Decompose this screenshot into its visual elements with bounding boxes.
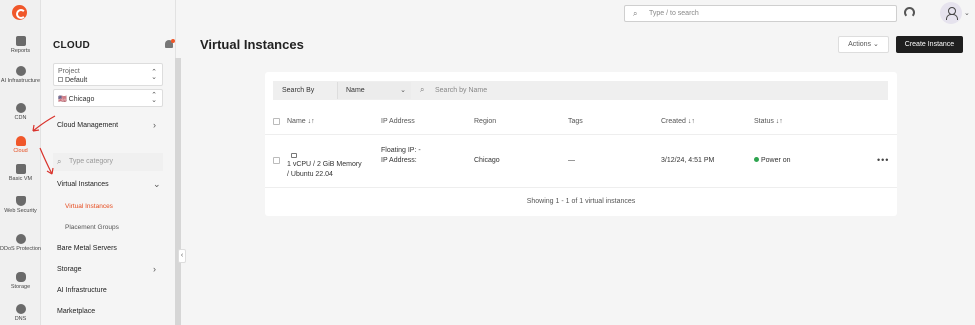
nav-storage[interactable]: Storage xyxy=(57,266,82,273)
project-select[interactable]: Project Default ⌃ ⌄ xyxy=(53,63,163,86)
search-by-label: Search By xyxy=(282,87,315,94)
status-dot-icon xyxy=(754,157,759,162)
server-icon xyxy=(291,153,297,158)
column-header-ip-address: IP Address xyxy=(381,118,415,125)
actions-button[interactable]: Actions ⌄ xyxy=(838,36,889,53)
search-by-select[interactable]: Name ⌄ xyxy=(337,82,411,99)
search-icon: ⌕ xyxy=(633,9,638,18)
chevron-right-icon: › xyxy=(153,120,156,130)
chevron-down-icon: ⌄ xyxy=(153,179,161,189)
instance-ip: Floating IP: - IP Address: xyxy=(381,147,421,164)
user-avatar[interactable] xyxy=(940,2,962,24)
rail-item-cdn[interactable]: CDN xyxy=(0,103,41,121)
cube-icon xyxy=(15,164,26,174)
search-icon: ⌕ xyxy=(420,85,425,94)
dns-icon xyxy=(15,304,26,314)
instances-card: Search By Name ⌄ ⌕ Search by Name Name ↓… xyxy=(265,72,897,216)
pagination-summary: Showing 1 - 1 of 1 virtual instances xyxy=(526,198,636,205)
header-divider xyxy=(265,134,897,135)
sidenav-title: CLOUD xyxy=(53,40,91,51)
chevron-down-icon[interactable]: ⌄ xyxy=(964,9,970,17)
speedometer-icon xyxy=(15,103,26,113)
column-header-created[interactable]: Created ↓↑ xyxy=(661,118,695,125)
rail-item-basic-vm[interactable]: Basic VM xyxy=(0,164,41,182)
chevron-left-icon: ‹ xyxy=(180,252,184,259)
column-header-tags: Tags xyxy=(568,118,583,125)
filter-bar: Search By Name ⌄ ⌕ Search by Name xyxy=(273,81,888,100)
nav-placement-groups[interactable]: Placement Groups xyxy=(65,224,119,231)
page-title: Virtual Instances xyxy=(200,37,304,52)
rail-item-ddos-protection[interactable]: DDoS Protection xyxy=(0,234,41,252)
ai-chip-icon xyxy=(15,66,26,76)
row-divider xyxy=(265,187,897,188)
rail-item-reports[interactable]: Reports xyxy=(0,36,41,54)
nav-marketplace[interactable]: Marketplace xyxy=(57,308,95,315)
create-instance-button[interactable]: Create Instance xyxy=(896,36,963,53)
chevron-right-icon: › xyxy=(153,264,156,274)
status-badge: Power on xyxy=(754,156,791,166)
instance-name[interactable]: 1 vCPU / 2 GiB Memory / Ubuntu 22.04 xyxy=(287,160,362,180)
select-all-checkbox[interactable] xyxy=(273,118,280,125)
icon-rail: Reports AI Infrastructure CDN Cloud Basi… xyxy=(0,0,41,325)
instance-tags: — xyxy=(568,157,575,164)
rail-item-storage[interactable]: Storage xyxy=(0,272,41,290)
headset-support-icon[interactable] xyxy=(904,7,915,18)
brand-logo-icon[interactable] xyxy=(12,5,27,20)
up-down-chevron-icon: ⌃ ⌄ xyxy=(151,68,157,81)
column-header-region: Region xyxy=(474,118,497,125)
sidenav-scrollbar[interactable] xyxy=(175,58,181,325)
column-header-name[interactable]: Name ↓↑ xyxy=(287,118,315,125)
cloud-icon xyxy=(15,136,26,146)
search-icon: ⌕ xyxy=(57,157,62,166)
nav-virtual-instances[interactable]: Virtual Instances xyxy=(57,181,109,188)
project-label: Project xyxy=(58,68,80,75)
category-search-input[interactable]: ⌕ Type category xyxy=(53,153,163,171)
rail-item-web-security[interactable]: Web Security xyxy=(0,196,41,214)
instance-search-input[interactable]: ⌕ Search by Name xyxy=(416,82,888,99)
notification-bell-icon[interactable] xyxy=(165,39,175,48)
instance-region: Chicago xyxy=(474,157,500,164)
rail-item-cloud[interactable]: Cloud xyxy=(0,136,41,154)
region-select[interactable]: 🇺🇸 Chicago ⌃ ⌄ xyxy=(53,89,163,107)
collapse-sidenav-button[interactable]: ‹ xyxy=(178,249,186,263)
global-search-input[interactable]: ⌕ Type / to search xyxy=(624,5,897,22)
cloud-sidenav: CLOUD Project Default ⌃ ⌄ 🇺🇸 Chicago ⌃ ⌄ C… xyxy=(41,0,176,325)
rail-item-ai-infrastructure[interactable]: AI Infrastructure xyxy=(0,66,41,84)
nav-ai-infrastructure[interactable]: AI Infrastructure xyxy=(57,287,107,294)
chevron-down-icon: ⌄ xyxy=(400,87,406,94)
instance-created: 3/12/24, 4:51 PM xyxy=(661,157,715,164)
folder-icon xyxy=(58,77,63,82)
bar-chart-icon xyxy=(15,36,26,46)
row-actions-kebab-icon[interactable]: ••• xyxy=(877,155,889,165)
chevron-down-icon: ⌄ xyxy=(873,41,879,48)
region-value: 🇺🇸 Chicago xyxy=(58,96,95,103)
up-down-chevron-icon: ⌃ ⌄ xyxy=(151,92,157,104)
globe-icon xyxy=(15,234,26,244)
column-header-status[interactable]: Status ↓↑ xyxy=(754,118,783,125)
nav-cloud-management[interactable]: Cloud Management xyxy=(57,122,118,129)
nav-virtual-instances-sub[interactable]: Virtual Instances xyxy=(65,203,113,210)
rail-item-dns[interactable]: DNS xyxy=(0,304,41,322)
database-icon xyxy=(15,272,26,282)
shield-icon xyxy=(15,196,26,206)
nav-bare-metal-servers[interactable]: Bare Metal Servers xyxy=(57,245,117,252)
project-value: Default xyxy=(58,77,87,84)
row-checkbox[interactable] xyxy=(273,157,280,164)
